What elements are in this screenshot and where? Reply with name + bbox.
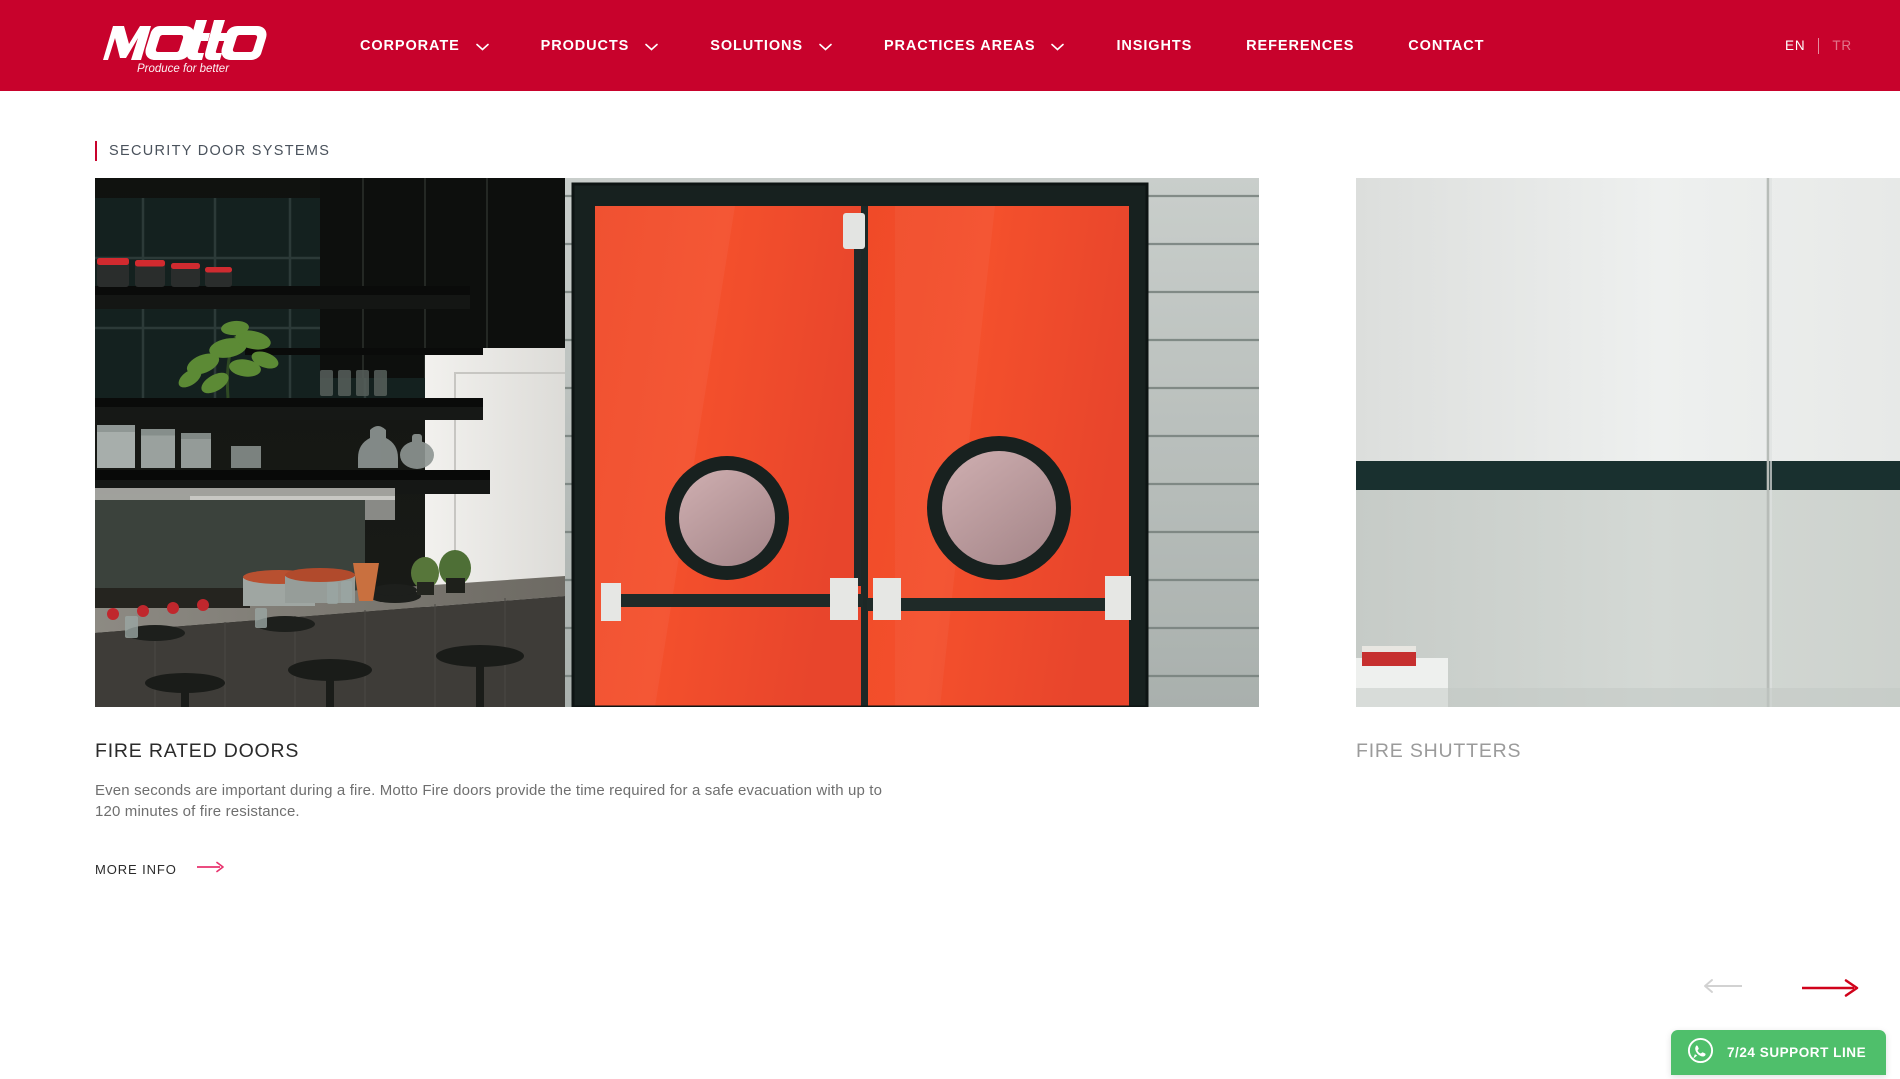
section-header: SECURITY DOOR SYSTEMS [95,141,330,161]
nav-item-products[interactable]: PRODUCTS [541,38,659,54]
language-option-tr[interactable]: TR [1832,38,1852,53]
slider-card-fire-rated-doors: FIRE RATED DOORS Even seconds are import… [95,178,1259,879]
chevron-down-icon [1051,43,1065,51]
slider-card-fire-shutters: FIRE SHUTTERS [1356,178,1900,763]
nav-item-label: CORPORATE [360,37,460,54]
slider-prev-button[interactable] [1700,978,1744,997]
slider-next-button[interactable] [1800,978,1860,1001]
arrow-left-icon [1700,979,1744,997]
whatsapp-icon [1687,1037,1714,1069]
support-line-label: 7/24 SUPPORT LINE [1727,1045,1867,1060]
site-header: Produce for better CORPORATE PRODUCTS SO… [0,0,1900,91]
slider-navigation [1700,978,1860,1018]
fire-door-photo [95,178,1259,707]
nav-item-label: PRACTICES AREAS [883,37,1036,54]
fire-shutter-photo [1356,178,1900,707]
more-info-link[interactable]: MORE INFO [95,860,225,878]
nav-item-label: REFERENCES [1246,37,1355,54]
chevron-down-icon [475,43,489,51]
language-switcher: EN TR [1785,0,1852,91]
language-separator [1818,37,1820,54]
product-slider: FIRE RATED DOORS Even seconds are import… [0,178,1900,997]
chevron-down-icon [819,43,832,51]
nav-item-label: PRODUCTS [540,37,630,54]
logo-tagline: Produce for better [137,63,230,75]
arrow-right-icon [1800,979,1860,1001]
nav-item-label: SOLUTIONS [710,37,803,54]
card-title: FIRE RATED DOORS [95,740,300,762]
chevron-down-icon [645,43,659,51]
section-accent-bar [95,141,97,161]
page-title: SECURITY DOOR SYSTEMS [109,143,331,159]
main-navigation: CORPORATE PRODUCTS SOLUTIONS PRACTICES A… [360,0,1484,91]
nav-item-corporate[interactable]: CORPORATE [360,38,489,54]
language-option-en[interactable]: EN [1785,38,1805,53]
motto-logo-icon: Produce for better [103,20,267,75]
card-image-fire-rated-doors[interactable] [95,178,1259,707]
nav-item-practices-areas[interactable]: PRACTICES AREAS [884,38,1065,54]
site-logo[interactable]: Produce for better [97,16,269,76]
nav-item-contact[interactable]: CONTACT [1408,38,1484,54]
nav-item-label: CONTACT [1408,37,1485,54]
nav-item-solutions[interactable]: SOLUTIONS [710,38,832,54]
arrow-right-icon [196,860,225,878]
more-info-label: MORE INFO [95,861,177,877]
card-image-fire-shutters[interactable] [1356,178,1900,707]
nav-item-insights[interactable]: INSIGHTS [1116,38,1192,54]
nav-item-references[interactable]: REFERENCES [1246,38,1354,54]
support-line-button[interactable]: 7/24 SUPPORT LINE [1671,1030,1887,1075]
nav-item-label: INSIGHTS [1116,37,1193,54]
card-description: Even seconds are important during a fire… [95,782,883,820]
card-title: FIRE SHUTTERS [1356,740,1522,762]
